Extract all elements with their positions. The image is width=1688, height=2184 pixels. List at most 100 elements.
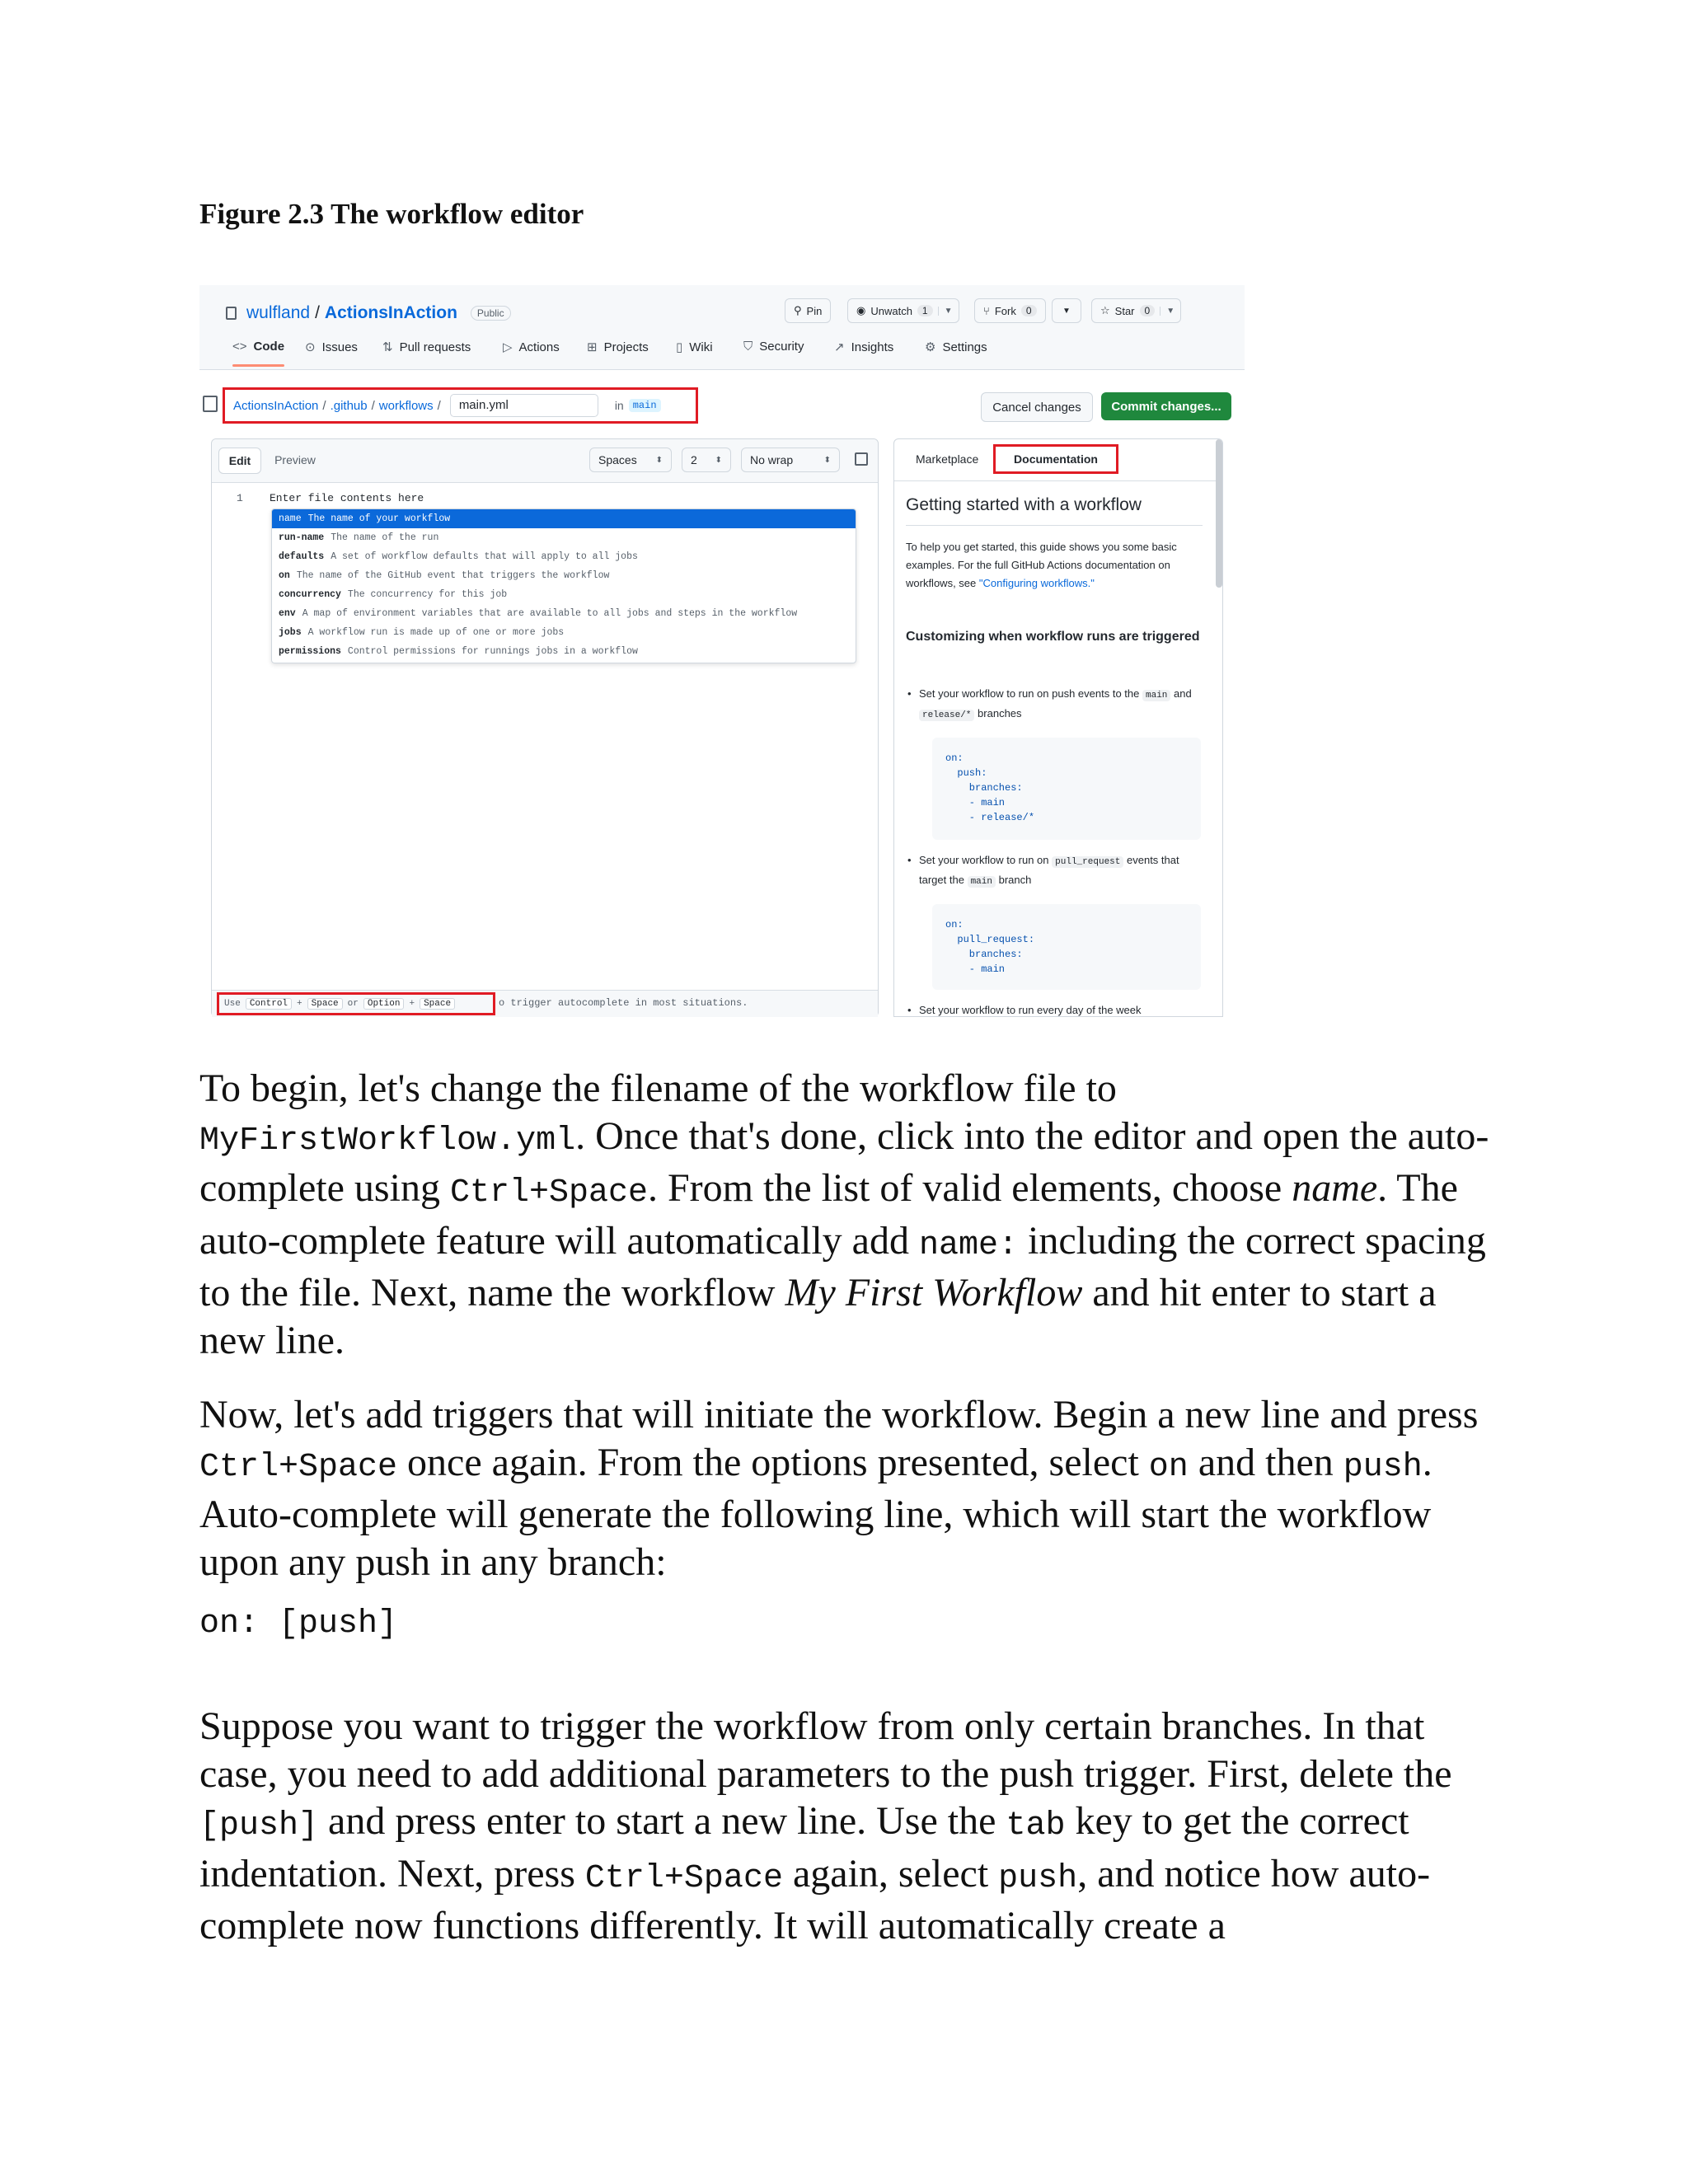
file-tree-icon[interactable]	[203, 396, 218, 412]
breadcrumb-workflows[interactable]: workflows	[379, 399, 434, 413]
pin-label: Pin	[806, 304, 823, 317]
pin-button[interactable]: ⚲ Pin	[785, 298, 832, 323]
file-path-editor: ActionsInAction / .github / workflows / …	[223, 387, 698, 424]
tab-issues[interactable]: ⊙ Issues	[305, 340, 358, 355]
breadcrumb-github[interactable]: .github	[331, 399, 368, 413]
inline-code: main	[1142, 690, 1171, 701]
line-number: 1	[237, 492, 243, 504]
wrap-mode-select[interactable]: No wrap ⬍	[741, 448, 840, 472]
breadcrumb-repo[interactable]: ActionsInAction	[233, 399, 318, 413]
tab-preview[interactable]: Preview	[266, 448, 324, 472]
doc-scrollbar[interactable]	[1216, 439, 1222, 588]
bullet-text: branches	[978, 707, 1022, 719]
inline-code: push	[1343, 1448, 1423, 1486]
suggestion-desc: A workflow run is made up of one or more…	[307, 627, 565, 638]
documentation-panel: Marketplace Documentation Getting starte…	[893, 438, 1223, 1017]
inline-code: MyFirstWorkflow.yml	[199, 1122, 576, 1160]
workflow-editor-screenshot: wulfland / ActionsInAction Public ⚲ Pin …	[199, 285, 1245, 1017]
breadcrumb-separator: /	[371, 398, 375, 413]
bullet-text: branch	[998, 874, 1032, 886]
suggestion-desc: The name of your workflow	[307, 513, 451, 524]
tab-label: Insights	[851, 340, 894, 354]
tab-label: Code	[253, 340, 285, 354]
suggestion-item[interactable]: on The name of the GitHub event that trig…	[272, 566, 856, 585]
fork-count: 0	[1020, 305, 1037, 316]
doc-bullet: Set your workflow to run on push events …	[907, 685, 1199, 724]
cancel-changes-button[interactable]: Cancel changes	[981, 392, 1093, 422]
tab-pull-requests[interactable]: ⇅ Pull requests	[382, 340, 471, 355]
doc-bullet: Set your workflow to run on pull_request…	[907, 851, 1199, 891]
text-run: once again. From the options presented, …	[397, 1440, 1149, 1484]
suggestion-keyword: env	[279, 608, 296, 619]
tab-projects[interactable]: ⊞ Projects	[587, 340, 649, 355]
divider	[906, 525, 1203, 526]
suggestion-keyword: concurrency	[279, 589, 341, 600]
suggestion-desc: Control permissions for runnings jobs in…	[347, 646, 638, 657]
tab-label: Settings	[942, 340, 987, 354]
tab-actions[interactable]: ▷ Actions	[503, 340, 560, 355]
tab-marketplace[interactable]: Marketplace	[916, 452, 978, 466]
fork-label: Fork	[994, 304, 1016, 317]
text-run: To begin, let's change the filename of t…	[199, 1066, 1117, 1110]
graph-icon: ↗	[834, 340, 845, 354]
paragraph-3: Suppose you want to trigger the workflow…	[199, 1703, 1502, 1950]
editor-placeholder[interactable]: Enter file contents here	[270, 492, 424, 504]
kbd-space: Space	[307, 998, 343, 1010]
indent-mode-select[interactable]: Spaces ⬍	[589, 448, 672, 472]
bullet-text: Set your workflow to run on	[919, 854, 1049, 866]
suggestion-item[interactable]: permissions Control permissions for runni…	[272, 642, 856, 661]
star-button[interactable]: ☆ Star 0 ▼	[1091, 298, 1182, 323]
chevron-down-icon[interactable]: ▼	[937, 306, 959, 316]
hint-plus: +	[297, 999, 302, 1009]
suggestion-item[interactable]: jobs A workflow run is made up of one or …	[272, 623, 856, 642]
kbd-space: Space	[420, 998, 456, 1010]
suggestion-item[interactable]: name The name of your workflow	[272, 509, 856, 528]
repo-name-link[interactable]: ActionsInAction	[325, 303, 457, 323]
bullet-text: Set your workflow to run on push events …	[919, 687, 1140, 700]
star-label: Star	[1114, 304, 1135, 317]
indent-size-select[interactable]: 2 ⬍	[682, 448, 731, 472]
split-view-icon[interactable]	[855, 452, 868, 466]
shield-icon: ⛉	[743, 340, 753, 354]
tab-documentation[interactable]: Documentation	[993, 444, 1118, 474]
suggestion-keyword: on	[279, 570, 290, 581]
tab-security[interactable]: ⛉ Security	[743, 340, 804, 354]
suggestion-keyword: jobs	[279, 627, 302, 638]
unwatch-button[interactable]: ◉ Unwatch 1 ▼	[847, 298, 959, 323]
tab-insights[interactable]: ↗ Insights	[834, 340, 894, 355]
suggestion-item[interactable]: defaults A set of workflow defaults that …	[272, 547, 856, 566]
breadcrumb-separator: /	[322, 398, 326, 413]
tab-edit[interactable]: Edit	[218, 448, 261, 474]
text-run: and then	[1188, 1440, 1343, 1484]
emphasis: My First Workflow	[785, 1271, 1083, 1315]
inline-code: name:	[918, 1226, 1019, 1264]
editor-footer: Use Control + Space or Option + Space o …	[212, 990, 878, 1017]
suggestion-item[interactable]: env A map of environment variables that a…	[272, 604, 856, 623]
suggestion-keyword: name	[279, 513, 302, 524]
repo-nav: <> Code ⊙ Issues ⇅ Pull requests ▷ Actions ⊞…	[199, 325, 1245, 370]
chevron-down-icon[interactable]: ▼	[1160, 306, 1180, 316]
suggestion-item[interactable]: run-name The name of the run	[272, 528, 856, 547]
fork-button[interactable]: ⑂ Fork 0	[974, 298, 1046, 323]
tab-code[interactable]: <> Code	[232, 340, 285, 367]
kbd-control: Control	[245, 998, 293, 1010]
code-editor: Edit Preview Spaces ⬍ 2 ⬍ No wrap ⬍ 1 Enter…	[211, 438, 879, 1017]
hint-text: o trigger autocomplete in most situation…	[499, 997, 748, 1009]
kbd-option: Option	[363, 998, 405, 1010]
repo-owner-link[interactable]: wulfland	[246, 303, 310, 323]
tab-settings[interactable]: ⚙ Settings	[925, 340, 987, 355]
tab-label: Actions	[518, 340, 560, 354]
book-icon: ▯	[676, 340, 683, 354]
eye-icon: ◉	[856, 304, 866, 316]
configuring-workflows-link[interactable]: "Configuring workflows."	[979, 577, 1095, 589]
filename-input[interactable]: main.yml	[449, 394, 598, 417]
pin-icon: ⚲	[794, 304, 802, 316]
tab-label: Issues	[321, 340, 358, 354]
inline-code: Ctrl+Space	[584, 1859, 783, 1897]
suggestion-item[interactable]: concurrency The concurrency for this job	[272, 585, 856, 604]
commit-changes-button[interactable]: Commit changes...	[1101, 392, 1231, 420]
branch-badge: main	[628, 399, 661, 412]
tab-wiki[interactable]: ▯ Wiki	[676, 340, 713, 355]
hint-plus: +	[409, 999, 415, 1009]
fork-menu-button[interactable]: ▼	[1052, 298, 1081, 323]
